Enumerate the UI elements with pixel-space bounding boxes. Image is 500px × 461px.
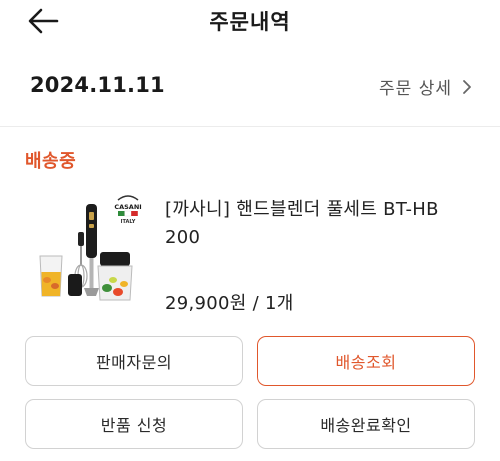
track-delivery-button[interactable]: 배송조회 (257, 336, 475, 386)
order-date: 2024.11.11 (30, 73, 165, 97)
chevron-right-icon (463, 79, 471, 94)
order-detail-link[interactable]: 주문 상세 (379, 74, 472, 99)
brand-logo-text: CASANI (114, 203, 141, 211)
brand-logo-sub: ITALY (121, 219, 136, 225)
product-price: 29,900원 / 1개 (165, 293, 294, 314)
section-divider (0, 126, 500, 127)
confirm-delivery-button[interactable]: 배송완료확인 (257, 399, 475, 449)
page-title: 주문내역 (209, 10, 291, 34)
product-thumbnail[interactable]: CASANI ITALY (34, 188, 162, 316)
delivery-status-badge: 배송중 (25, 151, 77, 172)
order-detail-label: 주문 상세 (379, 79, 452, 99)
seller-inquiry-button[interactable]: 판매자문의 (25, 336, 243, 386)
product-image: CASANI ITALY (39, 195, 142, 301)
return-request-button[interactable]: 반품 신청 (25, 399, 243, 449)
brand-logo: CASANI ITALY (114, 195, 142, 225)
product-name[interactable]: [까사니] 핸드블렌더 풀세트 BT-HB 200 (165, 196, 480, 252)
app-header: 주문내역 (0, 0, 500, 44)
order-header-row: 2024.11.11 주문 상세 (0, 66, 500, 106)
